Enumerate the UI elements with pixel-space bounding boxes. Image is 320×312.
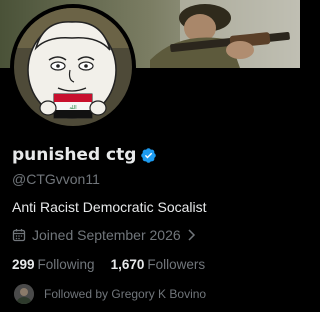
svg-text:الله: الله (69, 105, 76, 111)
following-count: 299 (12, 257, 35, 272)
display-name: punished ctg (12, 145, 137, 165)
profile-avatar[interactable]: الله (10, 4, 136, 130)
bio: Anti Racist Democratic Socalist (12, 199, 207, 215)
avatar-image: الله (14, 8, 132, 126)
joined-date[interactable]: Joined September 2026 (12, 227, 196, 243)
followers-count: 1,670 (110, 257, 145, 272)
display-name-row: punished ctg (12, 145, 157, 165)
following-label: Following (37, 257, 95, 272)
joined-label: Joined September 2026 (32, 227, 181, 243)
followers-label: Followers (147, 257, 206, 272)
follower-avatar (14, 284, 34, 304)
followed-by-text: Followed by Gregory K Bovino (44, 287, 207, 301)
follow-stats: 299 Following 1,670 Followers (12, 257, 205, 272)
followed-by-row[interactable]: Followed by Gregory K Bovino (14, 284, 206, 304)
calendar-icon (12, 229, 26, 242)
verified-badge-icon[interactable] (140, 147, 157, 164)
followers-link[interactable]: 1,670 Followers (111, 257, 206, 272)
handle: @CTGvvon11 (12, 171, 100, 187)
following-link[interactable]: 299 Following (12, 257, 95, 272)
chevron-right-icon (188, 229, 195, 241)
